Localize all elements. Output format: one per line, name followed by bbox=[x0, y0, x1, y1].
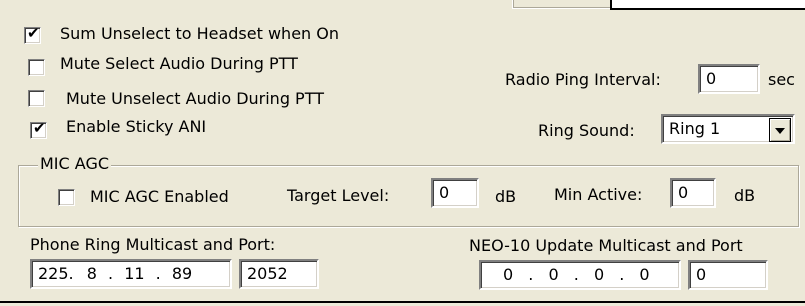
ip-octet: 0 bbox=[593, 265, 605, 284]
radio-ping-value: 0 bbox=[706, 69, 717, 88]
dropdown-button[interactable] bbox=[769, 118, 791, 142]
chevron-down-icon bbox=[775, 128, 785, 134]
min-active-unit: dB bbox=[734, 186, 756, 205]
sum-unselect-checkbox[interactable]: ✔ bbox=[24, 24, 41, 44]
ip-dot: . bbox=[108, 264, 114, 283]
radio-ping-input[interactable]: 0 bbox=[698, 64, 760, 94]
target-level-value: 0 bbox=[439, 183, 450, 202]
ip-dot: . bbox=[155, 264, 161, 283]
neo10-ip-input[interactable]: 0 . 0 . 0 . 0 bbox=[479, 260, 681, 290]
neo10-label: NEO-10 Update Multicast and Port bbox=[469, 236, 743, 255]
check-mark-icon: ✔ bbox=[27, 24, 40, 42]
phone-ring-ip-input[interactable]: 225. 8 . 11 . 89 bbox=[30, 259, 232, 289]
phone-ring-port-input[interactable]: 2052 bbox=[239, 259, 319, 289]
window-bottom-border bbox=[0, 301, 805, 303]
top-frame-field bbox=[610, 0, 805, 10]
ip-octet: 11 bbox=[124, 264, 145, 283]
neo10-port-input[interactable]: 0 bbox=[688, 260, 768, 290]
mic-agc-enabled-checkbox[interactable] bbox=[58, 189, 75, 206]
min-active-value: 0 bbox=[678, 183, 689, 202]
target-level-unit: dB bbox=[495, 187, 517, 206]
ip-octet: 0 bbox=[639, 265, 650, 284]
ring-sound-label: Ring Sound: bbox=[538, 121, 635, 140]
ip-octet: 0 bbox=[503, 265, 514, 284]
ip-dot: . bbox=[528, 265, 534, 284]
radio-ping-label: Radio Ping Interval: bbox=[505, 70, 661, 89]
mute-unselect-label: Mute Unselect Audio During PTT bbox=[66, 89, 324, 108]
radio-ping-unit: sec bbox=[768, 70, 795, 89]
mic-agc-enabled-label: MIC AGC Enabled bbox=[90, 187, 229, 206]
check-mark-icon: ✔ bbox=[33, 119, 46, 137]
ring-sound-value: Ring 1 bbox=[669, 119, 721, 138]
ip-octet: 89 bbox=[171, 264, 193, 283]
neo10-port-value: 0 bbox=[696, 265, 707, 284]
ip-dot: . bbox=[619, 265, 625, 284]
ring-sound-select[interactable]: Ring 1 bbox=[661, 114, 795, 144]
ip-octet: 8 bbox=[86, 264, 97, 283]
phone-ring-port-value: 2052 bbox=[247, 264, 288, 283]
target-level-label: Target Level: bbox=[287, 186, 390, 205]
mute-select-checkbox[interactable] bbox=[28, 59, 45, 76]
mute-select-label: Mute Select Audio During PTT bbox=[60, 54, 298, 73]
phone-ring-label: Phone Ring Multicast and Port: bbox=[30, 235, 276, 254]
min-active-input[interactable]: 0 bbox=[670, 178, 716, 208]
mute-unselect-checkbox[interactable] bbox=[28, 90, 45, 107]
ip-octet: 225. bbox=[38, 264, 74, 283]
ip-dot: . bbox=[573, 265, 579, 284]
sticky-ani-checkbox[interactable]: ✔ bbox=[30, 119, 47, 139]
target-level-input[interactable]: 0 bbox=[431, 178, 479, 208]
sum-unselect-label: Sum Unselect to Headset when On bbox=[60, 24, 339, 43]
sticky-ani-label: Enable Sticky ANI bbox=[66, 117, 207, 136]
ip-octet: 0 bbox=[548, 265, 559, 284]
min-active-label: Min Active: bbox=[554, 185, 643, 204]
mic-agc-group-title: MIC AGC bbox=[38, 154, 112, 173]
